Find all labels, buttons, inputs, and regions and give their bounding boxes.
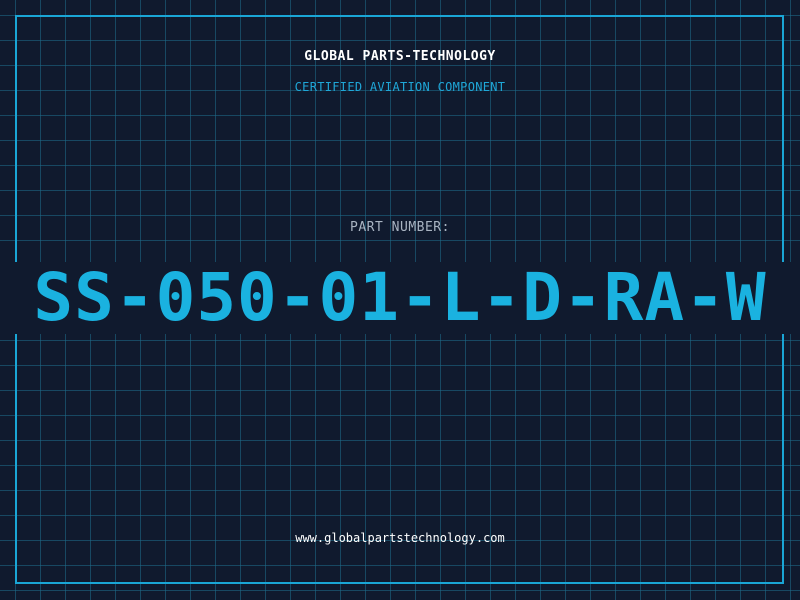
certification-tagline: CERTIFIED AVIATION COMPONENT [294, 80, 506, 94]
part-number-label: PART NUMBER: [350, 220, 450, 235]
company-name: GLOBAL PARTS-TECHNOLOGY [304, 49, 496, 64]
website-url: www.globalpartstechnology.com [295, 531, 505, 545]
part-label-canvas: GLOBAL PARTS-TECHNOLOGY CERTIFIED AVIATI… [0, 0, 800, 600]
part-number-value: SS-050-01-L-D-RA-W [33, 262, 767, 334]
part-number-band: SS-050-01-L-D-RA-W [0, 262, 800, 334]
